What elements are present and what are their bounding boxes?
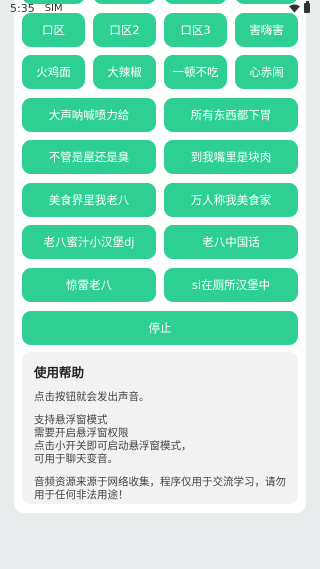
help-text: 需要开启悬浮窗权限 <box>34 427 129 439</box>
wifi-icon <box>289 3 300 13</box>
sound-button-kouqu[interactable]: 口区 <box>22 13 85 47</box>
sound-button-r1-right[interactable]: 所有东西都下胃 <box>164 98 298 132</box>
help-text: 点击按钮就会发出声音。 <box>34 391 150 403</box>
sound-button-r4-left[interactable]: 老八蜜汁小汉堡dj <box>22 225 156 259</box>
sound-button-r1-left[interactable]: 大声呐喊喷力给 <box>22 98 156 132</box>
help-text: 音频资源来源于网络收集，程序仅用于交流学习，请勿 <box>34 476 286 488</box>
sound-button-yidunbuchi[interactable]: 一顿不吃 <box>164 55 227 89</box>
help-text: 用于任何非法用途！ <box>34 489 129 501</box>
sound-button-r3-right[interactable]: 万人称我美食家 <box>164 183 298 217</box>
sound-button-haihaihai[interactable]: 害嗨害 <box>235 13 298 47</box>
sound-button-huojimian[interactable]: 火鸡面 <box>22 55 85 89</box>
sound-button-kouqu2[interactable]: 口区2 <box>93 13 156 47</box>
sim-icon: SIM <box>44 2 63 14</box>
sound-button-xinchinao[interactable]: 心赤闹 <box>235 55 298 89</box>
help-panel: 使用帮助 点击按钮就会发出声音。 支持悬浮窗模式 需要开启悬浮窗权限 点击小开关… <box>22 352 298 504</box>
sound-button-r5-right[interactable]: si在厕所汉堡中 <box>164 268 298 302</box>
help-text: 可用于聊天变音。 <box>34 453 118 465</box>
help-text: 支持悬浮窗模式 <box>34 414 108 426</box>
help-title: 使用帮助 <box>34 365 85 380</box>
sound-button-r4-right[interactable]: 老八中国话 <box>164 225 298 259</box>
sound-button-r2-right[interactable]: 到我嘴里是块肉 <box>164 140 298 174</box>
sound-button-r3-left[interactable]: 美食界里我老八 <box>22 183 156 217</box>
sound-button-r5-left[interactable]: 惊雷老八 <box>22 268 156 302</box>
help-text: 点击小开关即可启动悬浮窗模式， <box>34 440 192 452</box>
sound-button-r2-left[interactable]: 不管是屋还是臭 <box>22 140 156 174</box>
stop-button[interactable]: 停止 <box>22 311 298 345</box>
sound-button-dalajiao[interactable]: 大辣椒 <box>93 55 156 89</box>
battery-icon <box>304 1 310 13</box>
sound-button-kouqu3[interactable]: 口区3 <box>164 13 227 47</box>
